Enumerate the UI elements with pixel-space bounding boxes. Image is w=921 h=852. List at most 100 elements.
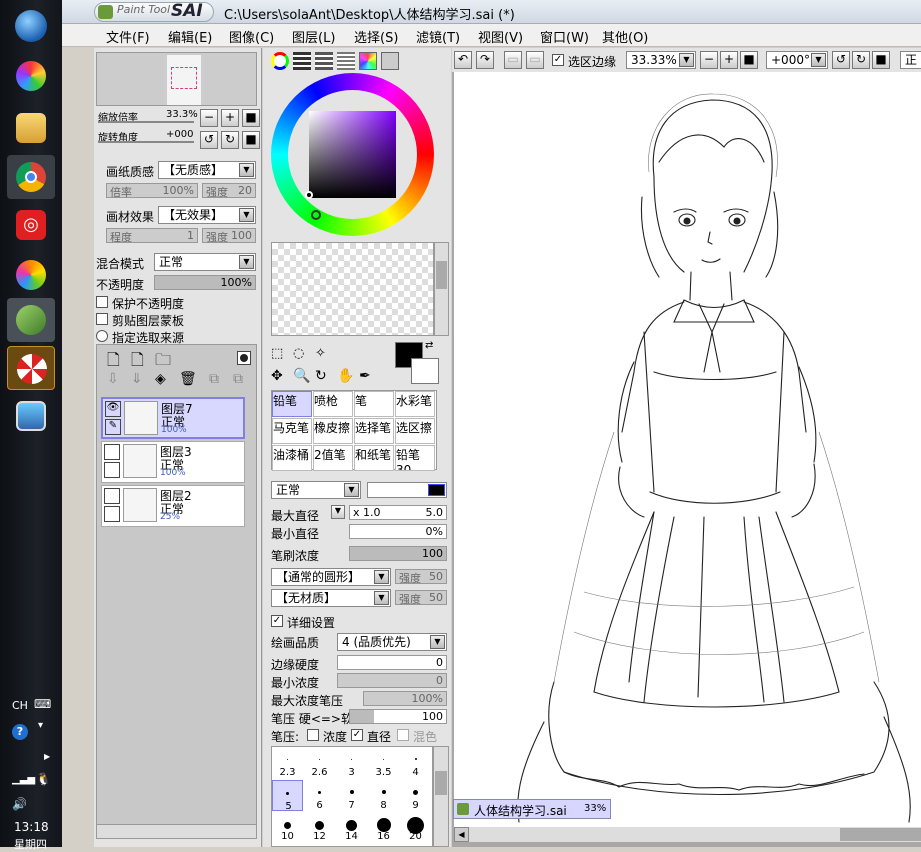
effect-dropdown[interactable]: 【无效果】 ▼ — [158, 206, 256, 224]
brush-size-cell[interactable]: 20 — [400, 813, 431, 844]
canvas-rotate-dropdown[interactable]: +000° ▼ — [766, 51, 828, 69]
start-orb[interactable] — [7, 4, 55, 48]
volume-icon[interactable]: 🔊 — [12, 797, 27, 811]
brush-size-cell[interactable]: 8 — [368, 780, 399, 811]
brush-edge-shapes[interactable] — [367, 482, 447, 498]
file-explorer-icon[interactable] — [7, 106, 55, 150]
clock-time[interactable]: 13:18 — [14, 820, 49, 834]
menu-filter[interactable]: 滤镜(T) — [416, 27, 460, 46]
brush-shape-dropdown[interactable]: 【通常的圆形】 ▼ — [271, 568, 391, 586]
canvas-rotate-reset-button[interactable]: ■ — [872, 51, 890, 69]
menu-file[interactable]: 文件(F) — [106, 27, 150, 46]
zoom-tool-icon[interactable]: 🔍 — [293, 368, 310, 384]
brush-size-cell[interactable]: 7 — [336, 780, 367, 811]
rotate-left-button[interactable]: ↺ — [200, 131, 218, 149]
brush-size-cell[interactable]: 4 — [400, 747, 431, 778]
background-color[interactable] — [411, 358, 439, 384]
max-size-mult-button[interactable]: ▼ — [331, 505, 345, 519]
swatch-tab-icon[interactable] — [337, 52, 355, 70]
chrome-icon[interactable] — [7, 155, 55, 199]
lock-toggle[interactable] — [104, 506, 120, 522]
paper-strength-slider[interactable]: 强度 20 — [202, 183, 256, 199]
pressure-density-checkbox[interactable] — [307, 729, 319, 741]
ball-app-icon[interactable] — [7, 253, 55, 297]
pressure-slider[interactable]: 100 — [349, 709, 447, 724]
zoom-reset-button[interactable]: ■ — [242, 109, 260, 127]
brush-pen[interactable]: 笔 — [354, 391, 394, 417]
pressure-size-checkbox[interactable]: ✓ — [351, 729, 363, 741]
rotate-tool-icon[interactable]: ↻ — [315, 368, 327, 384]
brush-size-cell[interactable]: 3 — [336, 747, 367, 778]
colorful-app-icon[interactable] — [7, 54, 55, 98]
canvas-zoom-out-button[interactable]: − — [700, 51, 718, 69]
lock-toggle[interactable] — [104, 462, 120, 478]
brush-size-cell[interactable]: 5 — [272, 780, 303, 812]
brush-watercolor[interactable]: 水彩笔 — [395, 391, 435, 417]
canvas-zoom-in-button[interactable]: + — [720, 51, 738, 69]
canvas-hscrollbar[interactable]: ◀ — [454, 827, 921, 842]
invert-select-button[interactable]: ▭ — [526, 51, 544, 69]
rotate-right-button[interactable]: ↻ — [221, 131, 239, 149]
merge-selected-icon[interactable]: ⧉ — [209, 371, 219, 387]
detail-settings-checkbox[interactable]: ✓ — [271, 615, 283, 627]
paper-rate-slider[interactable]: 倍率 100% — [106, 183, 198, 199]
brush-binary[interactable]: 2值笔 — [313, 445, 353, 471]
rotate-value[interactable]: +000 — [166, 129, 193, 140]
picture-app-icon[interactable] — [7, 394, 55, 438]
brush-size-cell[interactable]: 10 — [272, 813, 303, 844]
navigator-preview[interactable] — [96, 52, 257, 106]
paper-texture-dropdown[interactable]: 【无质感】 ▼ — [158, 161, 256, 179]
brush-airbrush[interactable]: 喷枪 — [313, 391, 353, 417]
layer-row[interactable]: 图层2 正常 25% — [101, 485, 245, 527]
undo-button[interactable]: ↶ — [454, 51, 472, 69]
selection-edge-checkbox[interactable]: ✓ — [552, 54, 564, 66]
canvas-flip-dropdown[interactable]: 正 — [900, 51, 921, 69]
brush-size-cell[interactable]: 14 — [336, 813, 367, 844]
blend-mode-dropdown[interactable]: 正常 ▼ — [154, 253, 256, 271]
paint-tool-sai-icon[interactable] — [7, 298, 55, 342]
menu-edit[interactable]: 编辑(E) — [168, 27, 212, 46]
density-slider[interactable]: 100 — [349, 546, 447, 561]
hand-icon[interactable]: ✋ — [337, 368, 354, 384]
netease-music-icon[interactable]: ◎ — [7, 203, 55, 247]
effect-degree-slider[interactable]: 程度 1 — [106, 228, 198, 244]
menu-select[interactable]: 选择(S) — [354, 27, 398, 46]
deselect-button[interactable]: ▭ — [504, 51, 522, 69]
hsv-slider-tab-icon[interactable] — [315, 52, 333, 70]
brush-size-cell[interactable]: 2.6 — [304, 747, 335, 778]
brush-pencil30[interactable]: 铅笔30 — [395, 445, 435, 471]
palette-tab-icon[interactable] — [359, 52, 377, 70]
layer-mask-icon[interactable] — [237, 351, 251, 365]
brush-size-cell[interactable]: 16 — [368, 813, 399, 844]
protect-opacity-checkbox[interactable] — [96, 296, 108, 308]
brush-size-cell[interactable]: 3.5 — [368, 747, 399, 778]
quality-dropdown[interactable]: 4 (品质优先) ▼ — [337, 633, 447, 651]
menu-view[interactable]: 视图(V) — [478, 27, 523, 46]
zoom-out-button[interactable]: − — [200, 109, 218, 127]
tray-settings-icon[interactable]: ▾ — [38, 720, 43, 731]
brush-marker[interactable]: 马克笔 — [272, 418, 312, 444]
drawing-canvas[interactable] — [454, 72, 921, 827]
layer-row[interactable]: 图层3 正常 100% — [101, 441, 245, 483]
hue-wheel[interactable] — [271, 73, 434, 236]
edge-hardness-slider[interactable]: 0 — [337, 655, 447, 670]
layer-row[interactable]: 👁 ✎ 图层7 正常 100% — [101, 397, 245, 439]
brush-select-pen[interactable]: 选择笔 — [354, 418, 394, 444]
brush-select-eraser[interactable]: 选区擦 — [395, 418, 435, 444]
rect-select-icon[interactable]: ⬚ — [271, 346, 283, 361]
scroll-thumb[interactable] — [840, 828, 921, 841]
rgb-slider-tab-icon[interactable] — [293, 52, 311, 70]
brush-size-scrollbar[interactable] — [433, 746, 449, 847]
umbrella-app-icon[interactable] — [7, 346, 55, 390]
brush-size-cell[interactable]: 12 — [304, 813, 335, 844]
pressure-blend-checkbox[interactable] — [397, 729, 409, 741]
menu-image[interactable]: 图像(C) — [229, 27, 274, 46]
swatch-scrollbar[interactable] — [434, 242, 449, 336]
merge-visible-icon[interactable]: ⧉ — [233, 371, 243, 387]
canvas-zoom-dropdown[interactable]: 33.33% ▼ — [626, 51, 696, 69]
move-icon[interactable]: ✥ — [271, 368, 283, 384]
swap-colors-icon[interactable]: ⇄ — [425, 340, 433, 351]
qq-icon[interactable]: 🐧 — [36, 772, 51, 786]
saturation-value-square[interactable] — [309, 111, 396, 198]
max-size-slider[interactable]: x 1.0 5.0 — [349, 505, 447, 520]
